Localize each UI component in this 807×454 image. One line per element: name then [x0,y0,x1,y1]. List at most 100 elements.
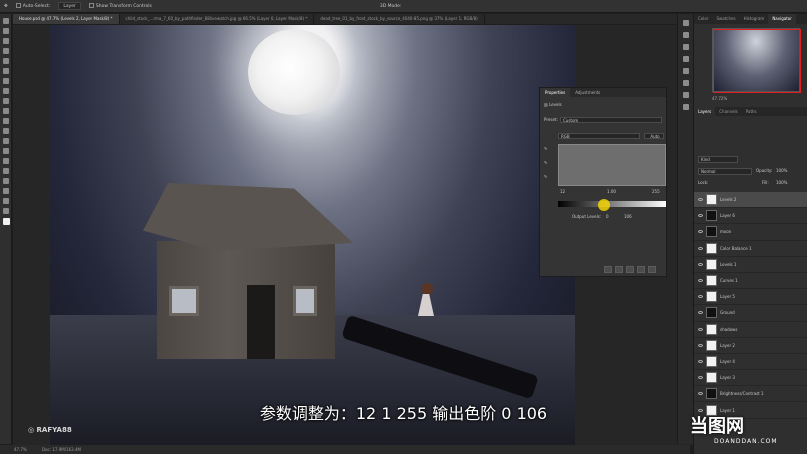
layer-row[interactable]: Levels 1 [694,257,807,273]
tab-histogram[interactable]: Histogram [740,14,769,24]
fill-value[interactable]: 100% [776,180,787,185]
character-icon[interactable] [683,44,689,50]
stamp-icon[interactable] [3,98,9,104]
layer-row[interactable]: Layer 4 [694,354,807,371]
clip-to-layer-icon[interactable] [604,266,612,273]
eye-icon[interactable] [698,246,703,250]
zoom-icon[interactable] [3,208,9,214]
panel-name: Levels [549,102,562,107]
tab-properties[interactable]: Properties [540,88,571,97]
doc-tab-house[interactable]: House.psd @ 47.7% (Levels 2, Layer Mask/… [13,14,120,24]
layer-row[interactable]: shadows [694,322,807,338]
eye-icon[interactable] [698,343,703,347]
layer-row[interactable]: Layer 6 [694,208,807,225]
reset-icon[interactable] [626,266,634,273]
eye-icon[interactable] [698,327,703,331]
adjustments-icon[interactable] [683,80,689,86]
eyedropper-black-icon[interactable]: ✎ [544,146,547,151]
marquee-icon[interactable] [3,28,9,34]
dodge-icon[interactable] [3,148,9,154]
layer-row[interactable]: Levels 2 [694,192,807,209]
blur-icon[interactable] [3,138,9,144]
auto-select-checkbox[interactable]: Auto-Select: [15,3,50,9]
blend-mode-dropdown[interactable]: Normal [698,168,752,175]
quick-select-icon[interactable] [3,48,9,54]
output-black[interactable]: 0 [606,214,609,219]
opacity-value[interactable]: 100% [776,168,787,173]
info-icon[interactable] [683,104,689,110]
tab-swatches[interactable]: Swatches [712,14,739,24]
eyedropper-gray-icon[interactable]: ✎ [544,160,547,165]
crop-icon[interactable] [3,58,9,64]
eye-icon[interactable] [698,376,703,380]
doc-tab-child[interactable]: child_stock_...rma_7_60_by_pathfinder_68… [120,14,315,24]
input-black[interactable]: 12 [560,189,565,194]
eye-icon[interactable] [698,279,703,283]
pen-icon[interactable] [3,158,9,164]
move-icon[interactable] [3,18,9,24]
lasso-icon[interactable] [3,38,9,44]
layer-filter-kind[interactable]: Kind [698,156,738,163]
hand-icon[interactable] [3,198,9,204]
layer-row[interactable]: Ground [694,305,807,322]
auto-select-dropdown[interactable]: Layer [58,2,81,10]
navigator-preview[interactable] [712,28,801,93]
layer-name: shadows [720,326,738,332]
eye-icon[interactable] [698,359,703,363]
levels-histogram[interactable] [558,144,666,186]
path-select-icon[interactable] [3,178,9,184]
navigator-zoom[interactable]: 47.72% [712,96,800,102]
move-tool-icon[interactable]: ✥ [4,4,8,9]
transform-controls-checkbox[interactable]: Show Transform Controls [88,3,152,9]
brush-settings-icon[interactable] [683,32,689,38]
mouse-cursor-highlight [598,199,610,211]
properties-icon[interactable] [683,68,689,74]
shape-icon[interactable] [3,188,9,194]
layer-row[interactable]: Layer 3 [694,370,807,387]
delete-icon[interactable] [648,266,656,273]
type-icon[interactable] [3,168,9,174]
output-white[interactable]: 106 [624,214,632,219]
history-icon[interactable] [683,20,689,26]
document-canvas[interactable] [50,25,575,445]
gradient-icon[interactable] [3,128,9,134]
eye-icon[interactable] [698,311,703,315]
eraser-icon[interactable] [3,118,9,124]
layer-row[interactable]: Color Balance 1 [694,241,807,257]
eyedropper-white-icon[interactable]: ✎ [544,174,547,179]
output-gradient[interactable] [558,201,666,207]
tab-paths[interactable]: Paths [742,107,761,116]
layer-row[interactable]: Layer 2 [694,338,807,354]
tab-channels[interactable]: Channels [715,107,742,116]
navigator-view-box[interactable] [713,29,801,93]
foreground-color-icon[interactable] [3,218,10,225]
tab-navigator[interactable]: Navigator [768,14,796,24]
channel-dropdown[interactable]: RGB [558,133,640,139]
eye-icon[interactable] [698,214,703,218]
layer-row[interactable]: Curves 1 [694,273,807,290]
visibility-icon[interactable] [637,266,645,273]
eye-icon[interactable] [698,262,703,266]
eye-icon[interactable] [698,230,703,234]
preset-dropdown[interactable]: Custom [560,117,662,123]
layer-row[interactable]: Layer 5 [694,289,807,306]
eye-icon[interactable] [698,295,703,299]
auto-button[interactable]: Auto [644,133,664,139]
healing-icon[interactable] [3,78,9,84]
brush-icon[interactable] [3,88,9,94]
input-white[interactable]: 255 [652,189,660,194]
paragraph-icon[interactable] [683,56,689,62]
input-gamma[interactable]: 1.00 [607,189,616,194]
status-zoom[interactable]: 47.7% [14,447,27,452]
history-brush-icon[interactable] [3,108,9,114]
eyedropper-icon[interactable] [3,68,9,74]
eye-icon[interactable] [698,392,703,396]
layer-row[interactable]: moon [694,224,807,241]
tab-color[interactable]: Color [694,14,712,24]
view-previous-icon[interactable] [615,266,623,273]
tab-layers[interactable]: Layers [694,107,716,116]
tab-adjustments[interactable]: Adjustments [570,88,605,97]
libraries-icon[interactable] [683,92,689,98]
eye-icon[interactable] [698,198,703,202]
doc-tab-tree[interactable]: dead_tree_01_by_frost_stock_by_source_40… [314,14,485,24]
